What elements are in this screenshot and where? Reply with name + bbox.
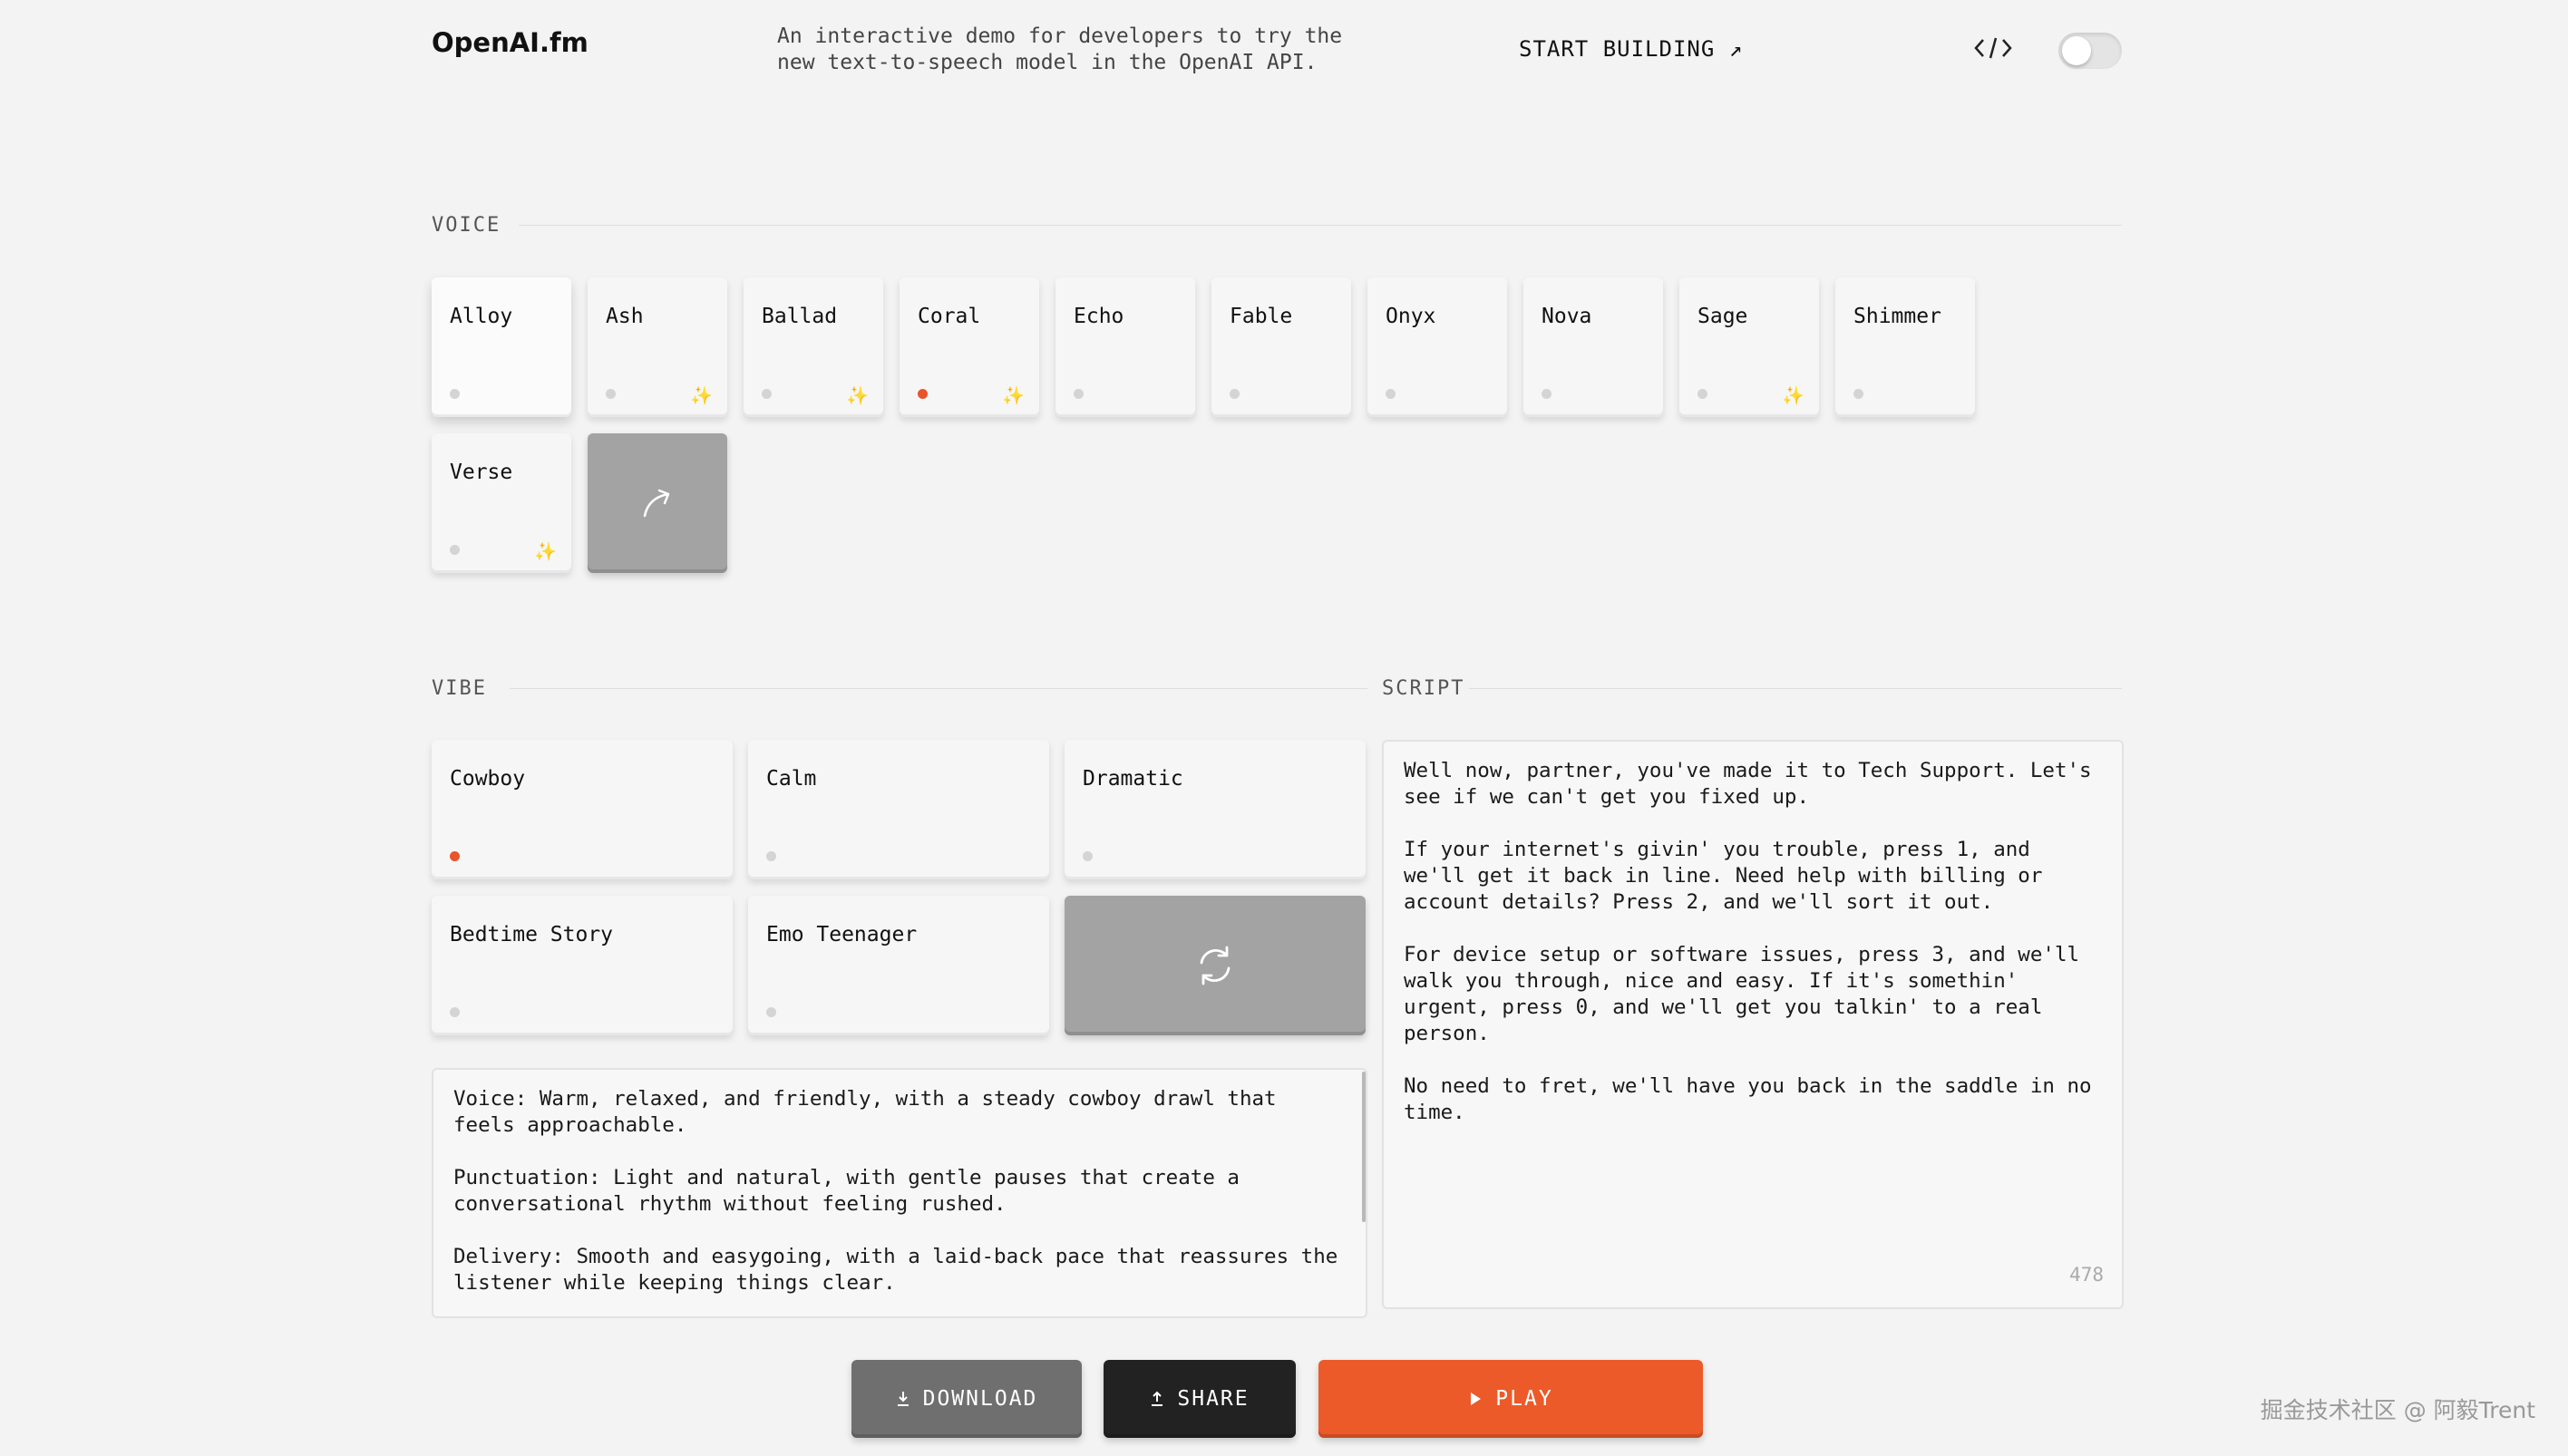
vibe-card-cowboy[interactable]: Cowboy [432, 740, 733, 879]
vibe-card-calm[interactable]: Calm [748, 740, 1049, 879]
status-dot [766, 851, 776, 861]
vibe-name: Calm [766, 767, 817, 791]
sparkle-icon: ✨ [1002, 384, 1025, 406]
status-dot [1853, 389, 1863, 399]
voice-card-coral[interactable]: Coral ✨ [900, 277, 1039, 417]
status-dot [450, 545, 460, 555]
status-dot [1074, 389, 1084, 399]
voice-name: Verse [450, 461, 513, 484]
voice-card-ballad[interactable]: Ballad ✨ [744, 277, 883, 417]
voice-card-ash[interactable]: Ash ✨ [588, 277, 727, 417]
voice-name: Onyx [1386, 305, 1436, 328]
play-icon [1468, 1391, 1483, 1407]
vibe-section-label: VIBE [432, 677, 487, 700]
status-dot [766, 1007, 776, 1017]
status-dot [1386, 389, 1396, 399]
refresh-icon [1200, 946, 1230, 985]
status-dot [1697, 389, 1707, 399]
status-dot [450, 851, 460, 861]
vibe-name: Emo Teenager [766, 923, 918, 946]
sparkle-icon: ✨ [690, 384, 713, 406]
watermark: 掘金技术社区 @ 阿毅Trent [2260, 1397, 2535, 1423]
voice-card-verse[interactable]: Verse ✨ [432, 433, 571, 573]
code-icon[interactable] [1973, 33, 2013, 63]
vibe-scrollbar[interactable] [1362, 1072, 1366, 1222]
vibe-name: Cowboy [450, 767, 526, 791]
play-label: PLAY [1495, 1387, 1553, 1411]
voice-name: Fable [1230, 305, 1293, 328]
share-button[interactable]: SHARE [1104, 1360, 1296, 1438]
voice-name: Alloy [450, 305, 513, 328]
voice-name: Ballad [762, 305, 838, 328]
status-dot [1230, 389, 1240, 399]
download-button[interactable]: DOWNLOAD [851, 1360, 1082, 1438]
arrow-up-right-icon [643, 489, 670, 518]
start-building-link[interactable]: START BUILDING ↗ [1519, 36, 1743, 62]
vibe-card-emo-teenager[interactable]: Emo Teenager [748, 896, 1049, 1035]
toggle-knob [2062, 36, 2091, 65]
vibe-divider [510, 688, 1367, 689]
sparkle-icon: ✨ [534, 540, 557, 562]
sparkle-icon: ✨ [1782, 384, 1804, 406]
voice-name: Ash [606, 305, 644, 328]
script-divider [1469, 688, 2122, 689]
vibe-name: Dramatic [1083, 767, 1183, 791]
voice-name: Shimmer [1853, 305, 1941, 328]
status-dot [606, 389, 616, 399]
sparkle-icon: ✨ [846, 384, 869, 406]
voice-name: Echo [1074, 305, 1124, 328]
share-label: SHARE [1177, 1387, 1250, 1411]
voice-card-echo[interactable]: Echo [1055, 277, 1195, 417]
shuffle-vibe-button[interactable] [1065, 896, 1366, 1035]
voice-card-onyx[interactable]: Onyx [1367, 277, 1507, 417]
voice-divider [519, 225, 2122, 226]
more-voices-button[interactable] [588, 433, 727, 573]
voice-card-fable[interactable]: Fable [1211, 277, 1351, 417]
download-icon [896, 1391, 910, 1407]
voice-card-alloy[interactable]: Alloy [432, 277, 571, 417]
status-dot [1542, 389, 1552, 399]
status-dot [918, 389, 928, 399]
voice-name: Nova [1542, 305, 1592, 328]
vibe-card-bedtime-story[interactable]: Bedtime Story [432, 896, 733, 1035]
script-section-label: SCRIPT [1382, 677, 1465, 700]
vibe-description-textarea[interactable]: Voice: Warm, relaxed, and friendly, with… [432, 1068, 1367, 1318]
logo[interactable]: OpenAI.fm [432, 27, 588, 58]
tagline: An interactive demo for developers to tr… [777, 24, 1343, 74]
status-dot [1083, 851, 1093, 861]
status-dot [450, 1007, 460, 1017]
play-button[interactable]: PLAY [1318, 1360, 1703, 1438]
upload-icon [1150, 1391, 1164, 1407]
theme-toggle[interactable] [2058, 33, 2122, 69]
voice-name: Sage [1697, 305, 1748, 328]
vibe-name: Bedtime Story [450, 923, 614, 946]
voice-section-label: VOICE [432, 214, 501, 237]
voice-card-sage[interactable]: Sage ✨ [1679, 277, 1819, 417]
voice-card-shimmer[interactable]: Shimmer [1835, 277, 1975, 417]
script-textarea[interactable]: Well now, partner, you've made it to Tec… [1382, 740, 2124, 1309]
status-dot [762, 389, 772, 399]
vibe-card-dramatic[interactable]: Dramatic [1065, 740, 1366, 879]
voice-name: Coral [918, 305, 981, 328]
voice-card-nova[interactable]: Nova [1523, 277, 1663, 417]
download-label: DOWNLOAD [922, 1387, 1038, 1411]
char-count: 478 [2069, 1264, 2104, 1286]
voice-grid: Alloy Ash ✨ Ballad ✨ Coral ✨ Echo Fable Onyx Nova S… [432, 277, 1991, 577]
status-dot [450, 389, 460, 399]
